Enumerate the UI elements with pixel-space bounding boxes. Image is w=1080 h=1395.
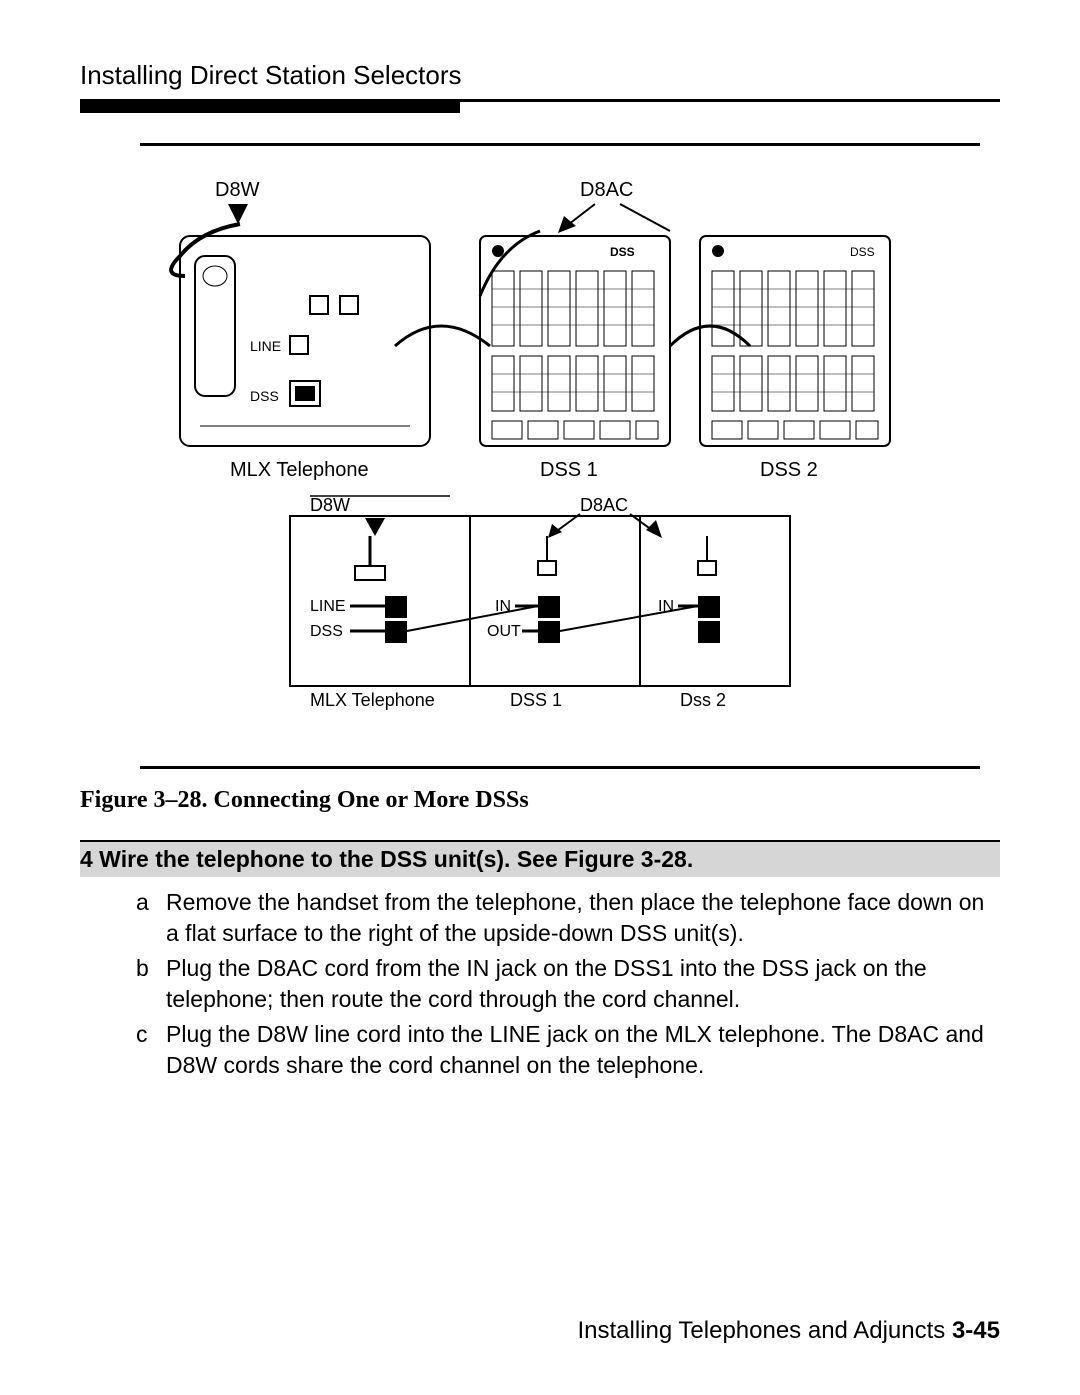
- step-letter: a: [136, 887, 166, 949]
- step-text: Plug the D8W line cord into the LINE jac…: [166, 1019, 1000, 1081]
- svg-text:D8W: D8W: [310, 495, 350, 515]
- figure-top-rule: [140, 143, 980, 146]
- figure-bottom-rule: [140, 766, 980, 769]
- step-item-c: c Plug the D8W line cord into the LINE j…: [136, 1019, 1000, 1081]
- caption-dss1: DSS 1: [540, 459, 598, 481]
- step-text: Plug the D8AC cord from the IN jack on t…: [166, 953, 1000, 1015]
- svg-text:DSS: DSS: [310, 623, 343, 640]
- figure-caption: Figure 3–28. Connecting One or More DSSs: [80, 787, 1000, 814]
- step-text: Remove the handset from the telephone, t…: [166, 887, 1000, 949]
- arrow-d8w: [228, 204, 248, 224]
- label-d8w: D8W: [215, 179, 260, 201]
- header-rule: [80, 99, 1000, 113]
- mlx-telephone-illustration: LINE DSS: [180, 236, 430, 446]
- dss1-illustration: DSS: [480, 236, 670, 446]
- caption-mlx: MLX Telephone: [230, 459, 369, 481]
- step-item-b: b Plug the D8AC cord from the IN jack on…: [136, 953, 1000, 1015]
- footer-chapter: Installing Telephones and Adjuncts: [577, 1317, 945, 1344]
- step-heading: 4 Wire the telephone to the DSS unit(s).…: [80, 840, 1000, 877]
- step-letter: c: [136, 1019, 166, 1081]
- svg-text:Dss 2: Dss 2: [680, 690, 726, 710]
- svg-text:IN: IN: [495, 598, 511, 615]
- svg-text:DSS: DSS: [610, 245, 635, 259]
- step-item-a: a Remove the handset from the telephone,…: [136, 887, 1000, 949]
- section-title: Installing Direct Station Selectors: [80, 60, 1000, 91]
- caption-dss2: DSS 2: [760, 459, 818, 481]
- footer-page-number: 3-45: [952, 1317, 1000, 1344]
- svg-text:LINE: LINE: [250, 338, 281, 354]
- svg-text:DSS 1: DSS 1: [510, 690, 562, 710]
- svg-text:LINE: LINE: [310, 598, 346, 615]
- figure-block: D8W D8AC LINE: [140, 143, 980, 769]
- svg-text:DSS: DSS: [850, 245, 875, 259]
- dss2-illustration: DSS: [700, 236, 890, 446]
- schematic-row: D8W D8AC LINE DSS: [290, 495, 790, 710]
- svg-text:MLX Telephone: MLX Telephone: [310, 690, 435, 710]
- svg-text:IN: IN: [658, 598, 674, 615]
- page-footer: Installing Telephones and Adjuncts 3-45: [577, 1317, 1000, 1345]
- figure-diagram: D8W D8AC LINE: [140, 176, 980, 736]
- svg-text:DSS: DSS: [250, 388, 279, 404]
- svg-text:OUT: OUT: [487, 623, 521, 640]
- step-letter: b: [136, 953, 166, 1015]
- step-body: a Remove the handset from the telephone,…: [136, 887, 1000, 1081]
- svg-text:D8AC: D8AC: [580, 495, 628, 515]
- label-d8ac: D8AC: [580, 179, 633, 201]
